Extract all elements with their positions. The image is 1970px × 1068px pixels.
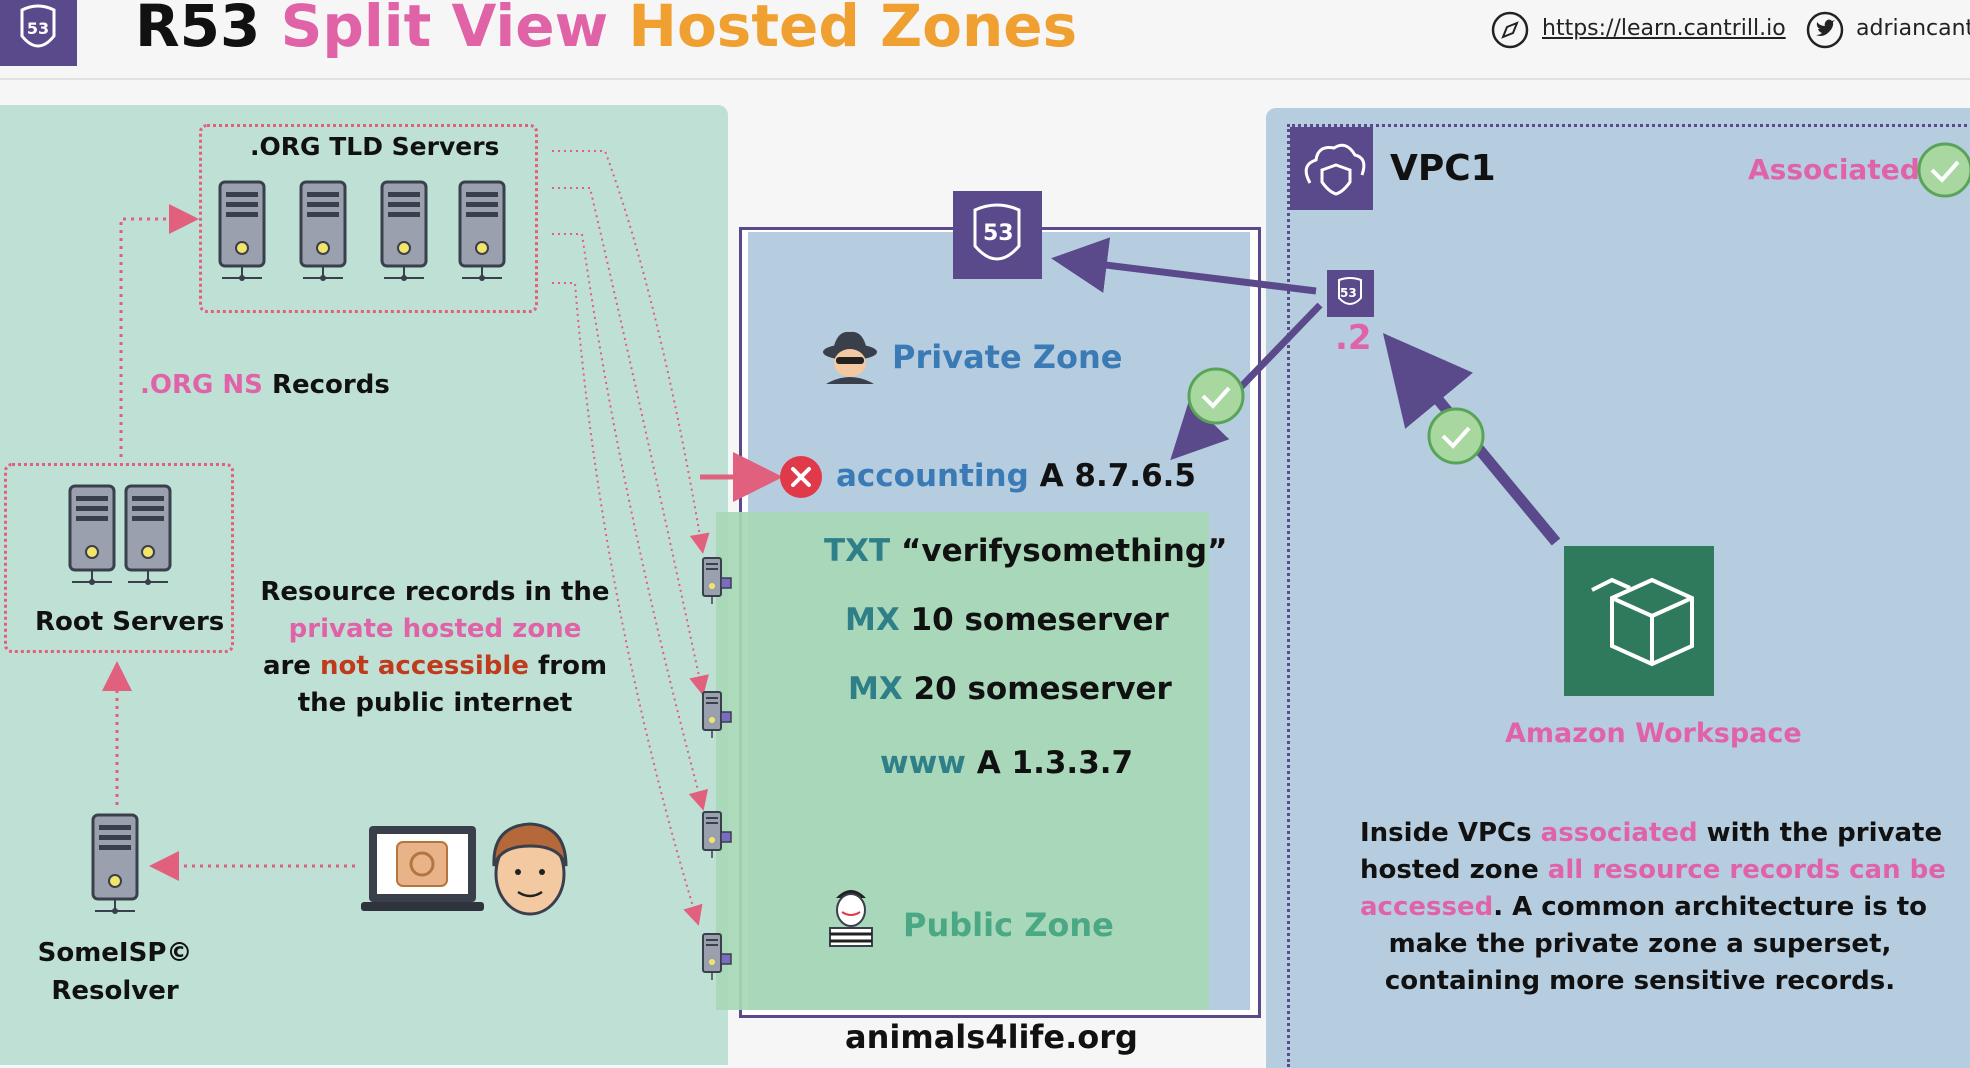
record-mx-20-type: MX bbox=[848, 671, 903, 707]
nameserver-1 bbox=[702, 557, 732, 605]
record-txt: TXT “verifysomething” bbox=[824, 533, 1227, 569]
resolver-label: SomeISP© Resolver bbox=[30, 934, 200, 1010]
domain-label: animals4life.org bbox=[845, 1018, 1138, 1056]
resolver-label-line2: Resolver bbox=[51, 976, 179, 1006]
root-servers-label: Root Servers bbox=[35, 607, 225, 637]
nameserver-3 bbox=[702, 811, 732, 859]
mime-icon bbox=[829, 890, 873, 947]
vpc-resolver-badge-text: 53 bbox=[1340, 286, 1357, 300]
vpc-note-line-1c: with the private bbox=[1706, 818, 1943, 848]
vpc-note-line-1a: Inside VPCs bbox=[1360, 818, 1532, 848]
vpc-note-line-3b: . A common architecture is to bbox=[1493, 892, 1928, 922]
record-txt-type: TXT bbox=[824, 533, 891, 569]
workspace-label: Amazon Workspace bbox=[1505, 718, 1802, 749]
record-www: www A 1.3.3.7 bbox=[880, 745, 1133, 781]
record-mx-10-value: 10 someserver bbox=[910, 602, 1169, 638]
vpc-title: VPC1 bbox=[1390, 148, 1496, 189]
nameserver-2 bbox=[702, 691, 732, 739]
check-icon-private-zone bbox=[1187, 367, 1245, 425]
vpc-note-line-2: hosted zone all resource records can be bbox=[1360, 852, 1946, 889]
vpc-cloud-shield-icon bbox=[1290, 127, 1373, 210]
vpc-note: Inside VPCs associated with the private … bbox=[1360, 815, 1946, 1000]
record-accounting: accounting A 8.7.6.5 bbox=[836, 458, 1196, 494]
org-ns-highlight: .ORG NS bbox=[140, 370, 263, 400]
public-zone-label: Public Zone bbox=[903, 906, 1114, 944]
record-www-value: A 1.3.3.7 bbox=[976, 745, 1134, 781]
tld-server-1 bbox=[218, 180, 266, 283]
note-line-3: are not accessible from bbox=[250, 648, 620, 685]
org-ns-records-label: .ORG NS Records bbox=[140, 370, 390, 400]
note-line-2: private hosted zone bbox=[288, 614, 582, 644]
all-records-text: all resource records can be bbox=[1547, 855, 1946, 885]
vpc-note-line-5: containing more sensitive records. bbox=[1384, 966, 1896, 996]
record-mx-20-value: 20 someserver bbox=[913, 671, 1172, 707]
not-accessible-text: not accessible bbox=[320, 651, 529, 681]
root-to-tld-path bbox=[119, 204, 199, 457]
private-zone-note: Resource records in the private hosted z… bbox=[250, 574, 620, 722]
accessed-text: accessed bbox=[1360, 892, 1494, 922]
note-line-3c: from bbox=[537, 651, 608, 681]
laptop-icon bbox=[361, 826, 484, 911]
vpc-note-line-3: accessed. A common architecture is to bbox=[1360, 889, 1927, 926]
tld-server-4 bbox=[458, 180, 506, 283]
nameserver-4 bbox=[702, 933, 732, 981]
vpc-note-line-2a: hosted zone bbox=[1360, 855, 1539, 885]
record-www-name: www bbox=[880, 745, 966, 781]
associated-label: Associated bbox=[1748, 153, 1920, 186]
note-line-3a: are bbox=[262, 651, 311, 681]
resolver-to-r53-arrow bbox=[1051, 237, 1317, 295]
check-icon-workspace bbox=[1427, 407, 1485, 465]
record-txt-value: “verifysomething” bbox=[901, 533, 1228, 569]
record-mx-10-type: MX bbox=[845, 602, 900, 638]
record-accounting-value: A 8.7.6.5 bbox=[1039, 458, 1197, 494]
associated-text: associated bbox=[1540, 818, 1698, 848]
resolver-server bbox=[91, 813, 139, 916]
note-line-4: the public internet bbox=[297, 688, 573, 718]
note-line-1: Resource records in the bbox=[260, 577, 610, 607]
spy-icon bbox=[823, 331, 877, 384]
vpc-note-line-1: Inside VPCs associated with the private bbox=[1360, 815, 1942, 852]
user-avatar-icon bbox=[492, 822, 568, 916]
vpc-resolver-ip: .2 bbox=[1335, 318, 1372, 358]
record-mx-10: MX 10 someserver bbox=[845, 602, 1169, 638]
workspaces-icon bbox=[1564, 546, 1714, 696]
associated-check-icon bbox=[1917, 142, 1970, 198]
vpc-note-line-4: make the private zone a superset, bbox=[1388, 929, 1892, 959]
route53-badge-text: 53 bbox=[983, 221, 1014, 246]
record-accounting-name: accounting bbox=[836, 458, 1029, 494]
records-text: Records bbox=[271, 370, 390, 400]
private-zone-label: Private Zone bbox=[892, 338, 1123, 376]
tld-server-3 bbox=[380, 180, 428, 283]
record-mx-20: MX 20 someserver bbox=[848, 671, 1172, 707]
resolver-label-line1: SomeISP© bbox=[37, 938, 193, 968]
tld-server-2 bbox=[299, 180, 347, 283]
